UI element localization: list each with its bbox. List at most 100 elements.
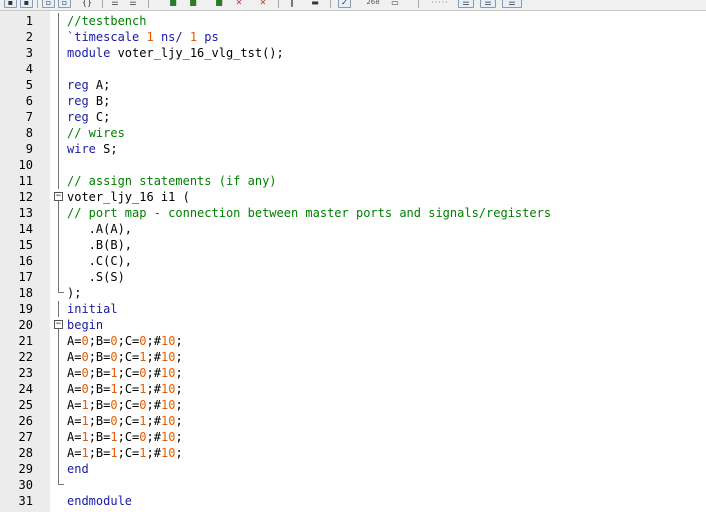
tool-icon[interactable]: ▬ — [308, 0, 322, 8]
code-token: .A(A), — [67, 222, 133, 236]
outline-view-icon[interactable]: ☰ — [502, 0, 522, 8]
fold-guide — [58, 301, 59, 317]
code-token: A; — [88, 78, 111, 92]
code-line[interactable]: 8 // wires — [0, 125, 706, 141]
code-line[interactable]: 16 .C(C), — [0, 253, 706, 269]
unindent-icon[interactable]: ☰ — [126, 0, 140, 8]
code-line[interactable]: 19 initial — [0, 301, 706, 317]
code-token: 0 — [139, 398, 147, 412]
code-line[interactable]: 6 reg B; — [0, 93, 706, 109]
code-line[interactable]: 13 // port map - connection between maste… — [0, 205, 706, 221]
code-line[interactable]: 24 A=0;B=1;C=1;#10; — [0, 381, 706, 397]
code-line[interactable]: 18); — [0, 285, 706, 301]
code-line[interactable]: 14 .A(A), — [0, 221, 706, 237]
paste-icon[interactable]: ▫ — [58, 0, 71, 8]
code-token: ; — [175, 446, 183, 460]
code-text: reg B; — [67, 93, 110, 109]
save-icon[interactable]: ▪ — [4, 0, 17, 8]
fold-guide — [58, 381, 59, 397]
line-number: 11 — [18, 174, 33, 188]
code-token: // port map - connection between master … — [67, 206, 552, 220]
indent-icon[interactable]: ☰ — [108, 0, 122, 8]
fold-end-guide — [58, 477, 64, 485]
code-line[interactable]: 25 A=1;B=0;C=0;#10; — [0, 397, 706, 413]
line-number: 4 — [25, 62, 33, 76]
line-number: 24 — [18, 382, 33, 396]
code-token: ;B= — [88, 334, 111, 348]
code-line[interactable]: 1 //testbench — [0, 13, 706, 29]
split-view-icon[interactable]: ☰ — [480, 0, 496, 8]
code-token: //testbench — [67, 14, 147, 28]
code-token: ;B= — [88, 366, 111, 380]
code-line[interactable]: 29 end — [0, 461, 706, 477]
zoom-dropdown-icon[interactable]: ▭ — [386, 0, 404, 8]
brace-match-icon[interactable]: {} — [76, 0, 98, 8]
code-line[interactable]: 15 .B(B), — [0, 237, 706, 253]
code-token: A= — [67, 446, 82, 460]
code-line[interactable]: 22 A=0;B=0;C=1;#10; — [0, 349, 706, 365]
clear-all-bookmarks-icon[interactable]: ✕ — [256, 0, 270, 8]
code-line[interactable]: 30 — [0, 477, 706, 493]
code-token: reg — [67, 78, 89, 92]
code-editor[interactable]: 1 //testbench 2 `timescale 1 ns/ 1 ps 3 modul… — [0, 13, 706, 509]
line-number: 23 — [18, 366, 33, 380]
code-line[interactable]: 4 — [0, 61, 706, 77]
clear-bookmark-icon[interactable]: ✕ — [232, 0, 246, 8]
code-text: A=0;B=0;C=0;#10; — [67, 333, 183, 349]
code-token: 1 — [139, 414, 147, 428]
code-token: 1 — [139, 350, 147, 364]
code-token: 1 — [110, 446, 118, 460]
code-token: ; — [175, 382, 183, 396]
code-token: 1 — [81, 414, 89, 428]
save-all-icon[interactable]: ▪ — [20, 0, 33, 8]
code-text: A=1;B=0;C=1;#10; — [67, 413, 183, 429]
prev-bookmark-icon[interactable]: ■ — [212, 0, 226, 8]
check-icon[interactable]: ✓ — [338, 0, 351, 8]
code-token: 10 — [160, 366, 176, 380]
line-number: 25 — [18, 398, 33, 412]
code-token: ;# — [146, 382, 161, 396]
collapse-icon[interactable]: − — [54, 320, 63, 329]
code-line[interactable]: 9 wire S; — [0, 141, 706, 157]
zoom-level: 268 — [366, 0, 380, 6]
code-line[interactable]: 17 .S(S) — [0, 269, 706, 285]
line-number: 2 — [25, 30, 33, 44]
code-line[interactable]: 5 reg A; — [0, 77, 706, 93]
line-number: 30 — [18, 478, 33, 492]
toolbar-separator — [102, 0, 103, 8]
copy-icon[interactable]: ▫ — [42, 0, 55, 8]
code-line[interactable]: 27 A=1;B=1;C=0;#10; — [0, 429, 706, 445]
collapse-icon[interactable]: − — [54, 192, 63, 201]
next-bookmark-icon[interactable]: ■ — [186, 0, 200, 8]
code-token: ;B= — [88, 350, 111, 364]
attach-icon[interactable]: ∥ — [286, 0, 298, 8]
code-token: 0 — [139, 366, 147, 380]
code-text: begin — [67, 317, 103, 333]
code-line[interactable]: 7 reg C; — [0, 109, 706, 125]
code-token: ;C= — [117, 414, 140, 428]
line-number: 17 — [18, 270, 33, 284]
code-token: 0 — [110, 398, 118, 412]
code-line[interactable]: 10 — [0, 157, 706, 173]
code-line[interactable]: 26 A=1;B=0;C=1;#10; — [0, 413, 706, 429]
code-line[interactable]: 31 endmodule — [0, 493, 706, 509]
code-token: ; — [175, 334, 183, 348]
fold-guide — [58, 397, 59, 413]
code-line[interactable]: 20 − begin — [0, 317, 706, 333]
code-line[interactable]: 12 − voter_ljy_16 i1 ( — [0, 189, 706, 205]
code-line[interactable]: 21 A=0;B=0;C=0;#10; — [0, 333, 706, 349]
code-token: 10 — [160, 414, 176, 428]
code-token: 1 — [139, 382, 147, 396]
code-token: 0 — [81, 382, 89, 396]
code-line[interactable]: 23 A=0;B=1;C=0;#10; — [0, 365, 706, 381]
bookmark-icon[interactable]: ■ — [166, 0, 180, 8]
code-line[interactable]: 28 A=1;B=1;C=1;#10; — [0, 445, 706, 461]
code-line[interactable]: 11 // assign statements (if any) — [0, 173, 706, 189]
code-line[interactable]: 3 module voter_ljy_16_vlg_tst(); — [0, 45, 706, 61]
code-token: ;C= — [117, 366, 140, 380]
code-token: // wires — [67, 126, 125, 140]
code-token: 0 — [81, 366, 89, 380]
document-view-icon[interactable]: ☰ — [458, 0, 474, 8]
code-line[interactable]: 2 `timescale 1 ns/ 1 ps — [0, 29, 706, 45]
line-number: 12 — [18, 190, 33, 204]
